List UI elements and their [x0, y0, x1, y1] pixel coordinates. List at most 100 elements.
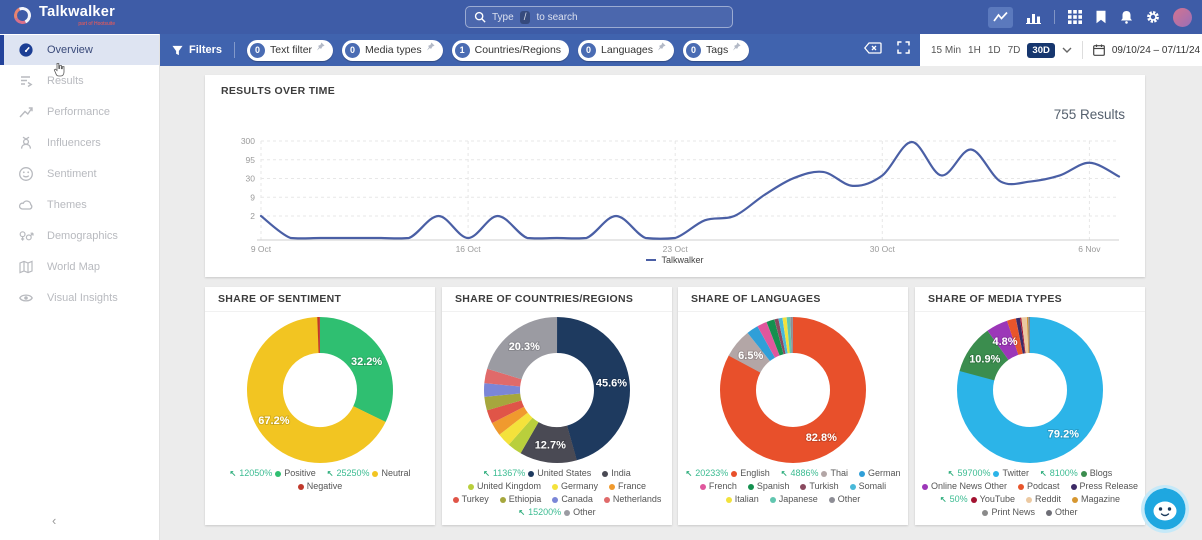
filter-pill-tags[interactable]: 0 Tags — [683, 40, 749, 61]
legend-label: United Kingdom — [477, 480, 541, 493]
legend-dot-icon — [604, 497, 610, 503]
legend-label: Positive — [284, 467, 316, 480]
legend-item: India — [602, 467, 631, 480]
legend-dot-icon — [298, 484, 304, 490]
time-range-7d[interactable]: 7D — [1008, 45, 1021, 56]
sidebar-item-overview[interactable]: Overview — [0, 35, 159, 65]
grid-apps-icon[interactable] — [1068, 10, 1082, 24]
sidebar-item-influencers[interactable]: Influencers — [0, 128, 159, 158]
fullscreen-icon[interactable] — [897, 41, 910, 59]
funnel-icon — [172, 45, 183, 56]
sidebar-item-label: Influencers — [47, 137, 101, 149]
sidebar-item-label: Themes — [47, 199, 87, 211]
date-range[interactable]: 09/10/24 – 07/11/24 — [1112, 45, 1200, 56]
sidebar-item-sentiment[interactable]: Sentiment — [0, 159, 159, 189]
world-map-icon — [18, 259, 34, 275]
sidebar-item-world-map[interactable]: World Map — [0, 252, 159, 282]
gauge-icon — [18, 42, 34, 58]
results-over-time-card: RESULTS OVER TIME 755 Results 2930953009… — [205, 75, 1145, 277]
chat-assistant-button[interactable] — [1140, 484, 1190, 539]
svg-text:23 Oct: 23 Oct — [663, 244, 689, 254]
legend-dot-icon — [1071, 484, 1077, 490]
results-line-chart[interactable]: 2930953009 Oct16 Oct23 Oct30 Oct6 Nov — [221, 133, 1129, 255]
line-legend: Talkwalker — [205, 255, 1145, 265]
sentiment-donut-chart[interactable]: 32.2%67.2% — [210, 314, 430, 466]
legend-dot-icon — [275, 471, 281, 477]
legend-row: ↖11367%United StatesIndia — [442, 467, 672, 480]
demographics-icon — [18, 228, 34, 244]
legend-dash-icon — [646, 259, 656, 261]
bell-icon[interactable] — [1120, 10, 1133, 24]
sidebar-item-label: Overview — [47, 44, 93, 56]
legend-item: Magazine — [1072, 493, 1120, 506]
topbar-separator — [1054, 10, 1055, 24]
filter-pill-countries-regions[interactable]: 1 Countries/Regions — [452, 40, 569, 61]
sidebar-nav: Overview Results Performance Influencers… — [0, 34, 160, 540]
share-of-sentiment-card: SHARE OF SENTIMENT 32.2%67.2% ↖12050%Pos… — [205, 287, 435, 525]
calendar-icon[interactable] — [1093, 44, 1105, 56]
legend-label: English — [740, 467, 770, 480]
brand-subtitle: part of Hootsuite — [39, 22, 115, 27]
legend-dot-icon — [922, 484, 928, 490]
filter-count-badge: 0 — [345, 43, 360, 58]
gear-icon[interactable] — [1146, 10, 1160, 24]
legend-row: TurkeyEthiopiaCanadaNetherlands — [442, 493, 672, 506]
filter-pill-languages[interactable]: 0 Languages — [578, 40, 674, 61]
legend-dot-icon — [731, 471, 737, 477]
legend-label: Other — [838, 493, 861, 506]
user-avatar[interactable] — [1173, 8, 1192, 27]
countries-donut-chart[interactable]: 45.6%12.7%20.3% — [447, 314, 667, 466]
legend-label: Press Release — [1080, 480, 1139, 493]
filter-pill-label: Text filter — [270, 44, 312, 56]
filters-label: Filters — [189, 44, 222, 56]
legend-row: Online News OtherPodcastPress Release — [915, 480, 1145, 493]
legend-dot-icon — [609, 484, 615, 490]
legend-dot-icon — [602, 471, 608, 477]
sidebar-item-themes[interactable]: Themes — [0, 190, 159, 220]
sidebar-item-visual-insights[interactable]: Visual Insights — [0, 283, 159, 313]
legend-item: Germany — [552, 480, 598, 493]
clear-filters-icon[interactable] — [864, 41, 882, 59]
trend-value: 20233% — [695, 467, 728, 480]
filter-pill-media-types[interactable]: 0 Media types — [342, 40, 443, 61]
legend-dot-icon — [468, 484, 474, 490]
filter-pill-text-filter[interactable]: 0 Text filter — [247, 40, 333, 61]
svg-text:45.6%: 45.6% — [596, 377, 627, 389]
sidebar-item-performance[interactable]: Performance — [0, 97, 159, 127]
legend-dot-icon — [1046, 510, 1052, 516]
column-chart-icon[interactable] — [1026, 11, 1041, 24]
legend-label: Blogs — [1090, 467, 1113, 480]
trend-arrow-icon: ↖ — [1040, 467, 1047, 480]
brand-name: Talkwalker — [39, 5, 115, 20]
line-chart-icon[interactable] — [988, 7, 1013, 28]
media-types-donut-chart[interactable]: 79.2%10.9%4.8% — [920, 314, 1140, 466]
search-input[interactable]: Type / to search — [465, 6, 733, 28]
time-range-1h[interactable]: 1H — [968, 45, 981, 56]
legend-label: French — [709, 480, 737, 493]
trend-value: 15200% — [528, 506, 561, 519]
time-range-15min[interactable]: 15 Min — [931, 45, 961, 56]
filter-pill-label: Countries/Regions — [475, 44, 561, 56]
filter-count-badge: 0 — [250, 43, 265, 58]
sidebar-item-demographics[interactable]: Demographics — [0, 221, 159, 251]
sidebar-item-results[interactable]: Results — [0, 66, 159, 96]
legend-label: Canada — [561, 493, 593, 506]
legend-label: Podcast — [1027, 480, 1060, 493]
filters-button[interactable]: Filters — [172, 44, 222, 56]
trend-arrow-icon: ↖ — [518, 506, 525, 519]
legend-dot-icon — [500, 497, 506, 503]
sidebar-collapse-chevron[interactable]: ‹ — [52, 513, 56, 528]
brand[interactable]: Talkwalker part of Hootsuite — [14, 5, 115, 27]
filter-pill-label: Languages — [601, 44, 653, 56]
time-range-30d-selected[interactable]: 30D — [1027, 43, 1054, 58]
legend-label: Netherlands — [613, 493, 662, 506]
search-slash-key: / — [520, 11, 531, 24]
svg-text:16 Oct: 16 Oct — [456, 244, 482, 254]
bookmark-icon[interactable] — [1095, 10, 1107, 24]
time-range-1d[interactable]: 1D — [988, 45, 1001, 56]
chevron-down-icon[interactable] — [1062, 47, 1072, 53]
filter-count-badge: 0 — [686, 43, 701, 58]
languages-legend: ↖20233%English↖4886%ThaiGermanFrenchSpan… — [678, 467, 908, 506]
legend-label: Other — [573, 506, 596, 519]
languages-donut-chart[interactable]: 82.8%6.5% — [683, 314, 903, 466]
